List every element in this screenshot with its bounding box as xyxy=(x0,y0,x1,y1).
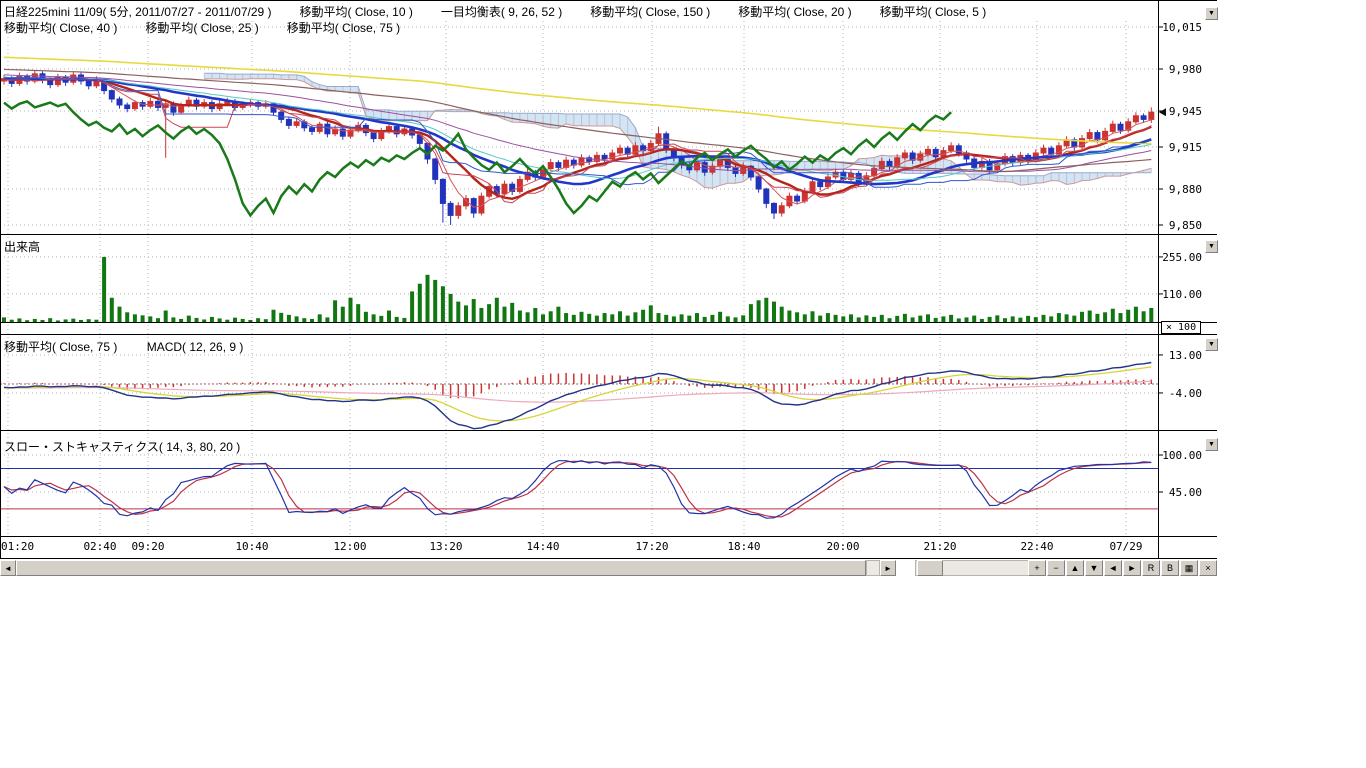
time-axis-label: 21:20 xyxy=(923,540,956,553)
volume-panel-label: 出来高 xyxy=(4,238,40,255)
volume-multiplier-badge: × 100 xyxy=(1161,321,1201,334)
stochastics-panel-label: スロー・ストキャスティクス( 14, 3, 80, 20 ) xyxy=(4,438,240,455)
scroll-left-button[interactable]: ◄ xyxy=(0,560,16,576)
indicator-label-ma75: 移動平均( Close, 75 ) xyxy=(287,19,400,36)
arrow-left-icon: ◄ xyxy=(1109,563,1118,573)
indicator-label-ichimoku: 一目均衡表( 9, 26, 52 ) xyxy=(441,3,562,20)
price-axis-label: 9,945 xyxy=(1156,105,1202,118)
zoom-out-icon: − xyxy=(1053,563,1058,573)
arrow-right-icon: ► xyxy=(884,564,892,573)
chart-canvas[interactable] xyxy=(0,0,1220,559)
time-axis-label: 10:40 xyxy=(235,540,268,553)
stoch-axis-label: 100.00 xyxy=(1156,449,1202,462)
price-panel-menu-button[interactable]: ▼ xyxy=(1205,7,1218,20)
bold-lines-button[interactable]: B xyxy=(1161,560,1179,576)
time-axis-label: 02:40 xyxy=(83,540,116,553)
indicator-label-ma10: 移動平均( Close, 10 ) xyxy=(300,3,413,20)
grid-icon: ▦ xyxy=(1185,563,1194,573)
time-axis-label: 14:40 xyxy=(526,540,559,553)
stoch-panel-menu-button[interactable]: ▼ xyxy=(1205,438,1218,451)
macd-ma75-label: 移動平均( Close, 75 ) xyxy=(4,340,117,354)
scrollbar-track[interactable] xyxy=(866,560,880,576)
pan-right-button[interactable]: ► xyxy=(1123,560,1141,576)
chevron-down-icon: ▼ xyxy=(1208,341,1215,348)
macd-params-label: MACD( 12, 26, 9 ) xyxy=(147,340,244,354)
pan-left-button[interactable]: ◄ xyxy=(1104,560,1122,576)
macd-panel-label: 移動平均( Close, 75 ) MACD( 12, 26, 9 ) xyxy=(4,338,269,355)
zoom-out-button[interactable]: − xyxy=(1047,560,1065,576)
time-axis-label: 17:20 xyxy=(635,540,668,553)
chevron-down-icon: ▼ xyxy=(1208,243,1215,250)
scrollbar-thumb[interactable] xyxy=(16,560,866,576)
stoch-axis-label: 45.00 xyxy=(1156,486,1202,499)
price-axis-label: 9,915 xyxy=(1156,141,1202,154)
indicator-label-ma150: 移動平均( Close, 150 ) xyxy=(590,3,710,20)
pan-up-button[interactable]: ▲ xyxy=(1066,560,1084,576)
indicator-label-ma40: 移動平均( Close, 40 ) xyxy=(4,19,117,36)
chevron-down-icon: ▼ xyxy=(1208,10,1215,17)
time-axis-label: 07/29 xyxy=(1109,540,1142,553)
reset-view-button[interactable]: R xyxy=(1142,560,1160,576)
reset-icon: R xyxy=(1148,563,1155,573)
price-axis-label: 9,850 xyxy=(1156,219,1202,232)
time-axis-label: 22:40 xyxy=(1020,540,1053,553)
time-axis-label: 20:00 xyxy=(826,540,859,553)
pan-down-button[interactable]: ▼ xyxy=(1085,560,1103,576)
price-axis-label: 9,880 xyxy=(1156,183,1202,196)
time-axis-label: 12:00 xyxy=(333,540,366,553)
arrow-left-icon: ◄ xyxy=(4,564,12,573)
time-axis-label: 09:20 xyxy=(131,540,164,553)
grid-toggle-button[interactable]: ▦ xyxy=(1180,560,1198,576)
arrow-down-icon: ▼ xyxy=(1090,563,1099,573)
chevron-down-icon: ▼ xyxy=(1208,441,1215,448)
indicator-label-ma20: 移動平均( Close, 20 ) xyxy=(738,3,851,20)
time-axis-label: 01:20 xyxy=(1,540,34,553)
volume-axis-label: 255.00 xyxy=(1156,251,1202,264)
time-axis-label: 18:40 xyxy=(727,540,760,553)
price-axis-label: 9,980 xyxy=(1156,63,1202,76)
indicator-header-row-2: 移動平均( Close, 40 ) 移動平均( Close, 25 ) 移動平均… xyxy=(4,19,400,36)
close-button[interactable]: × xyxy=(1199,560,1217,576)
macd-panel-menu-button[interactable]: ▼ xyxy=(1205,338,1218,351)
arrow-up-icon: ▲ xyxy=(1071,563,1080,573)
indicator-label-ma25: 移動平均( Close, 25 ) xyxy=(145,19,258,36)
scroll-right-button[interactable]: ► xyxy=(880,560,896,576)
macd-axis-label: -4.00 xyxy=(1156,387,1202,400)
zoom-in-button[interactable]: + xyxy=(1028,560,1046,576)
macd-axis-label: 13.00 xyxy=(1156,349,1202,362)
volume-panel-menu-button[interactable]: ▼ xyxy=(1205,240,1218,253)
close-icon: × xyxy=(1205,563,1210,573)
symbol-title: 日経225mini 11/09( 5分, 2011/07/27 - 2011/0… xyxy=(4,3,272,20)
chart-application-window: 日経225mini 11/09( 5分, 2011/07/27 - 2011/0… xyxy=(0,0,1366,768)
time-axis-label: 13:20 xyxy=(429,540,462,553)
price-axis-label: 10,015 xyxy=(1156,21,1202,34)
indicator-label-ma5: 移動平均( Close, 5 ) xyxy=(880,3,987,20)
volume-axis-label: 110.00 xyxy=(1156,288,1202,301)
indicator-header-row-1: 日経225mini 11/09( 5分, 2011/07/27 - 2011/0… xyxy=(4,3,986,20)
zoom-in-icon: + xyxy=(1034,563,1039,573)
mini-scrollbar-thumb[interactable] xyxy=(917,560,943,576)
bold-icon: B xyxy=(1167,563,1173,573)
arrow-right-icon: ► xyxy=(1128,563,1137,573)
